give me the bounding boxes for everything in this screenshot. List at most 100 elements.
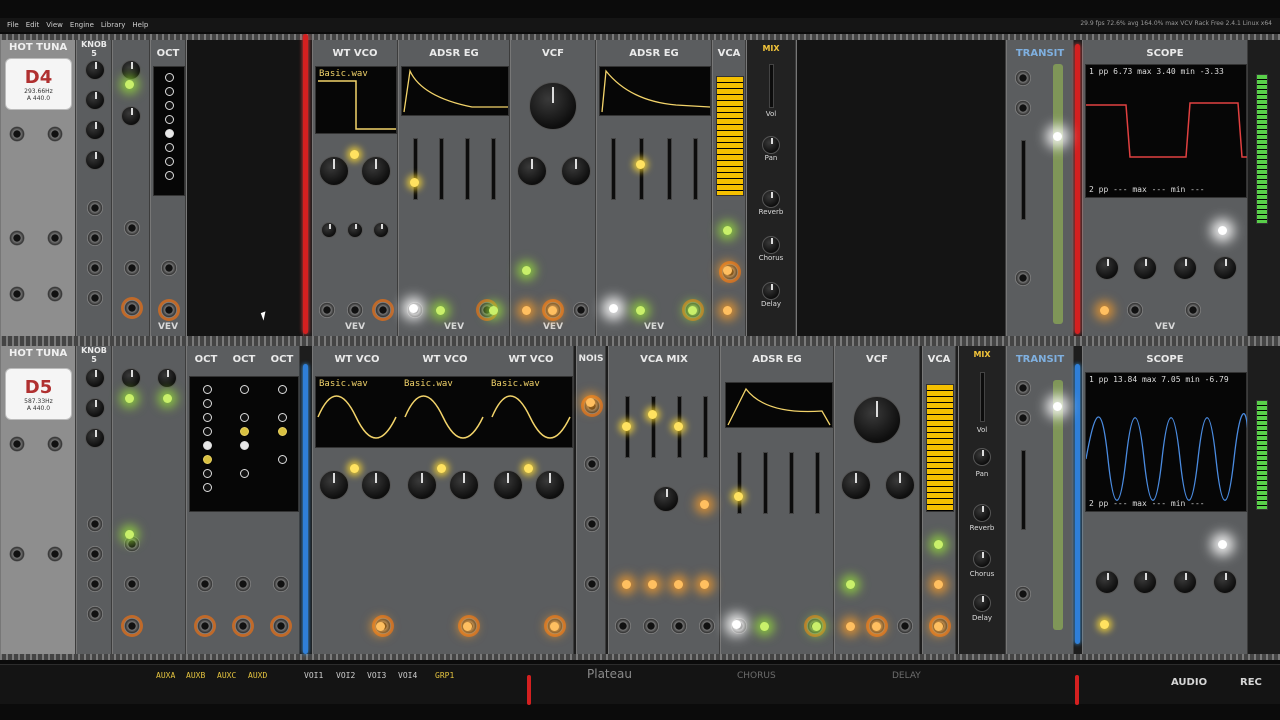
cable-plug[interactable]	[489, 306, 498, 315]
hpf-output-jack[interactable]	[897, 618, 913, 634]
cable-plug[interactable]	[522, 266, 531, 275]
mixer-strip[interactable]: MIX Vol Pan Reverb Chorus Delay	[958, 346, 1006, 654]
output-jack[interactable]	[375, 302, 391, 318]
aux-b-label[interactable]: AUXB	[186, 671, 205, 680]
cable-plug[interactable]	[674, 580, 683, 589]
input-jack[interactable]	[9, 286, 25, 302]
cable-plug[interactable]	[1100, 306, 1109, 315]
patch-cable[interactable]	[303, 34, 308, 334]
oct-dot[interactable]	[278, 427, 287, 436]
fade-slider[interactable]	[1021, 450, 1026, 530]
hot-tuna-module[interactable]: HOT TUNA D4 293.66Hz A 440.0	[0, 40, 76, 336]
cable-plug[interactable]	[125, 530, 134, 539]
chorus-knob[interactable]	[973, 550, 991, 568]
cable-plug[interactable]	[522, 306, 531, 315]
oct-dot[interactable]	[278, 413, 287, 422]
input-jack[interactable]	[124, 260, 140, 276]
output-jack[interactable]	[87, 546, 103, 562]
sync-jack[interactable]	[347, 302, 363, 318]
input-jack[interactable]	[1127, 302, 1143, 318]
vcf-module[interactable]: VCF VEV	[510, 40, 596, 336]
time-knob[interactable]	[1095, 256, 1119, 280]
cable-plug[interactable]	[688, 306, 697, 315]
release-slider[interactable]	[491, 138, 496, 200]
cable-plug[interactable]	[846, 580, 855, 589]
cable-plug[interactable]	[125, 394, 134, 403]
cable-plug[interactable]	[872, 622, 881, 631]
cable-plug[interactable]	[622, 580, 631, 589]
oct-dot[interactable]	[240, 441, 249, 450]
release-slider[interactable]	[693, 138, 698, 200]
cable-plug[interactable]	[934, 540, 943, 549]
delay-knob[interactable]	[762, 282, 780, 300]
cable-plug[interactable]	[163, 394, 172, 403]
patch-cable[interactable]	[1075, 364, 1080, 644]
cable-plug[interactable]	[648, 410, 657, 419]
menu-help[interactable]: Help	[132, 21, 148, 29]
knob5-module[interactable]: KNOB 5	[76, 346, 112, 654]
wt-pos-knob[interactable]	[449, 470, 479, 500]
output-jack[interactable]	[124, 300, 140, 316]
release-slider[interactable]	[815, 452, 820, 514]
output-jack[interactable]	[124, 618, 140, 634]
patch-cable[interactable]	[1075, 44, 1080, 334]
patch-cable[interactable]	[1053, 64, 1063, 324]
output-jack[interactable]	[87, 606, 103, 622]
knob[interactable]	[85, 60, 105, 80]
menu-view[interactable]: View	[46, 21, 63, 29]
knob[interactable]	[121, 106, 141, 126]
channel-fader[interactable]	[651, 396, 656, 458]
output-jack[interactable]	[1015, 270, 1031, 286]
cable-plug[interactable]	[1218, 226, 1227, 235]
mix-level-knob[interactable]	[653, 486, 679, 512]
input-jack[interactable]	[273, 576, 289, 592]
oct-dot[interactable]	[165, 157, 174, 166]
output-jack[interactable]	[87, 200, 103, 216]
pink-output-jack[interactable]	[584, 456, 600, 472]
voice-1-label[interactable]: VOI1	[304, 671, 323, 680]
menu-edit[interactable]: Edit	[26, 21, 40, 29]
cable-plug[interactable]	[734, 492, 743, 501]
voct-jack[interactable]	[319, 302, 335, 318]
cable-plug[interactable]	[732, 620, 741, 629]
aux-d-label[interactable]: AUXD	[248, 671, 267, 680]
oct-dot[interactable]	[203, 469, 212, 478]
cable-plug[interactable]	[376, 622, 385, 631]
gain-knob[interactable]	[1133, 256, 1157, 280]
oct-dot[interactable]	[165, 129, 174, 138]
input-jack[interactable]	[1015, 380, 1031, 396]
cable-plug[interactable]	[350, 464, 359, 473]
knob[interactable]	[121, 368, 141, 388]
menu-file[interactable]: File	[7, 21, 19, 29]
oct-triple-module[interactable]: OCT OCT OCT	[186, 346, 300, 654]
cable-plug[interactable]	[436, 306, 445, 315]
cable-plug[interactable]	[350, 150, 359, 159]
cable-plug[interactable]	[846, 622, 855, 631]
cable-plug[interactable]	[812, 622, 821, 631]
input-jack[interactable]	[9, 126, 25, 142]
wt-pos-knob[interactable]	[361, 470, 391, 500]
cable-plug[interactable]	[548, 306, 557, 315]
pan-knob[interactable]	[973, 448, 991, 466]
oct-dot[interactable]	[203, 399, 212, 408]
input-jack[interactable]	[124, 220, 140, 236]
channel-fader[interactable]	[703, 396, 708, 458]
input-jack[interactable]	[235, 576, 251, 592]
res-knob[interactable]	[517, 156, 547, 186]
channel-output-jack[interactable]	[643, 618, 659, 634]
oct-dot[interactable]	[278, 455, 287, 464]
adsr-module[interactable]: ADSR EG VEV	[398, 40, 510, 336]
chorus-knob[interactable]	[762, 236, 780, 254]
transit-module[interactable]: TRANSIT	[1006, 346, 1074, 654]
attack-slider[interactable]	[737, 452, 742, 514]
group-1-label[interactable]: GRP1	[435, 671, 454, 680]
cable-plug[interactable]	[410, 178, 419, 187]
cable-plug[interactable]	[125, 80, 134, 89]
patch-cable[interactable]	[527, 675, 531, 705]
output-jack[interactable]	[87, 230, 103, 246]
cable-plug[interactable]	[700, 500, 709, 509]
rack[interactable]: HOT TUNA D4 293.66Hz A 440.0 KNOB 5 OCT	[0, 34, 1280, 660]
hot-tuna-module[interactable]: HOT TUNA D5 587.33Hz A 440.0	[0, 346, 76, 654]
input-jack[interactable]	[9, 546, 25, 562]
input-jack[interactable]	[197, 576, 213, 592]
